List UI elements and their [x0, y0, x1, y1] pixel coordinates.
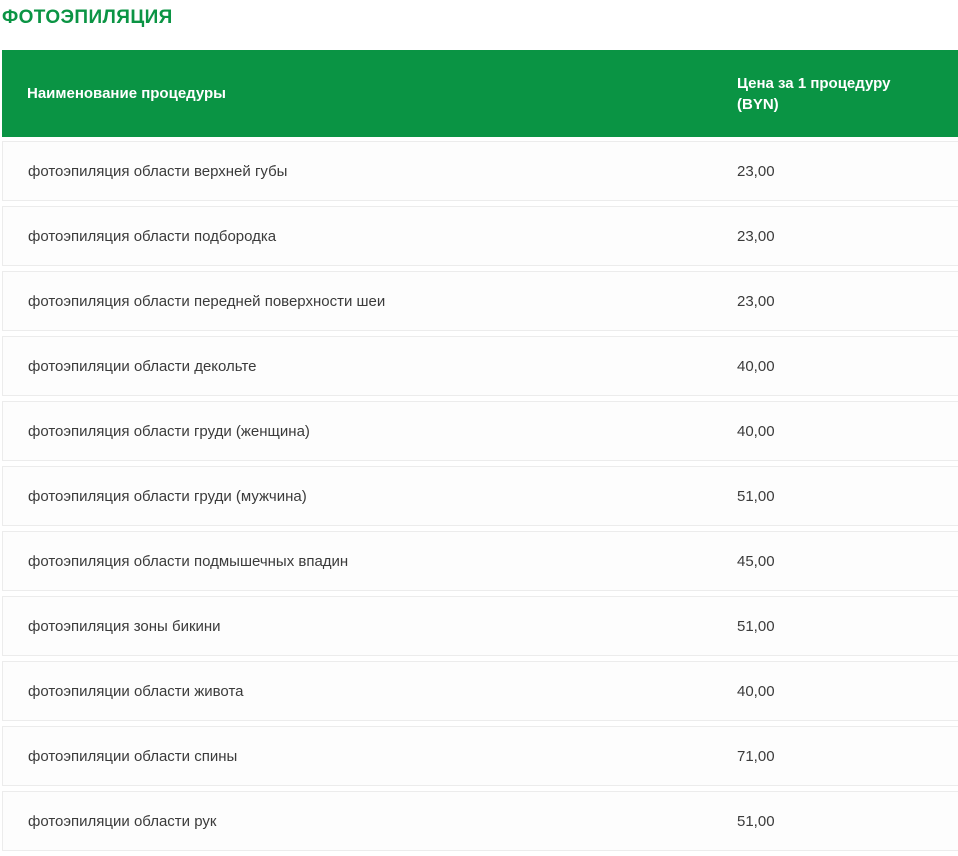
- table-row: фотоэпиляции области декольте 40,00: [2, 336, 958, 396]
- cell-procedure-name: фотоэпиляции области рук: [3, 813, 737, 830]
- table-row: фотоэпиляция зоны бикини 51,00: [2, 596, 958, 656]
- cell-price: 51,00: [737, 813, 958, 830]
- cell-procedure-name: фотоэпиляции области декольте: [3, 358, 737, 375]
- page: ФОТОЭПИЛЯЦИЯ Наименование процедуры Цена…: [0, 0, 958, 851]
- cell-price: 51,00: [737, 618, 958, 635]
- cell-procedure-name: фотоэпиляция области груди (женщина): [3, 423, 737, 440]
- table-header: Наименование процедуры Цена за 1 процеду…: [2, 50, 958, 137]
- cell-procedure-name: фотоэпиляция области груди (мужчина): [3, 488, 737, 505]
- table-body: фотоэпиляция области верхней губы 23,00 …: [2, 141, 958, 851]
- table-row: фотоэпиляция области груди (женщина) 40,…: [2, 401, 958, 461]
- page-title: ФОТОЭПИЛЯЦИЯ: [2, 0, 958, 29]
- table-row: фотоэпиляция области верхней губы 23,00: [2, 141, 958, 201]
- cell-price: 40,00: [737, 423, 958, 440]
- cell-price: 71,00: [737, 748, 958, 765]
- cell-procedure-name: фотоэпиляция области подмышечных впадин: [3, 553, 737, 570]
- cell-procedure-name: фотоэпиляция области верхней губы: [3, 163, 737, 180]
- column-header-procedure-name: Наименование процедуры: [2, 85, 737, 102]
- column-header-price: Цена за 1 процедуру (BYN): [737, 73, 958, 115]
- table-row: фотоэпиляции области рук 51,00: [2, 791, 958, 851]
- cell-procedure-name: фотоэпиляция области передней поверхност…: [3, 293, 737, 310]
- cell-price: 40,00: [737, 683, 958, 700]
- table-row: фотоэпиляция области передней поверхност…: [2, 271, 958, 331]
- cell-procedure-name: фотоэпиляции области живота: [3, 683, 737, 700]
- cell-price: 45,00: [737, 553, 958, 570]
- cell-procedure-name: фотоэпиляция области подбородка: [3, 228, 737, 245]
- cell-price: 23,00: [737, 228, 958, 245]
- cell-procedure-name: фотоэпиляции области спины: [3, 748, 737, 765]
- cell-price: 40,00: [737, 358, 958, 375]
- cell-procedure-name: фотоэпиляция зоны бикини: [3, 618, 737, 635]
- price-table: Наименование процедуры Цена за 1 процеду…: [2, 50, 958, 851]
- table-row: фотоэпиляции области живота 40,00: [2, 661, 958, 721]
- cell-price: 23,00: [737, 163, 958, 180]
- table-row: фотоэпиляция области груди (мужчина) 51,…: [2, 466, 958, 526]
- table-row: фотоэпиляции области спины 71,00: [2, 726, 958, 786]
- cell-price: 51,00: [737, 488, 958, 505]
- table-row: фотоэпиляция области подбородка 23,00: [2, 206, 958, 266]
- cell-price: 23,00: [737, 293, 958, 310]
- table-row: фотоэпиляция области подмышечных впадин …: [2, 531, 958, 591]
